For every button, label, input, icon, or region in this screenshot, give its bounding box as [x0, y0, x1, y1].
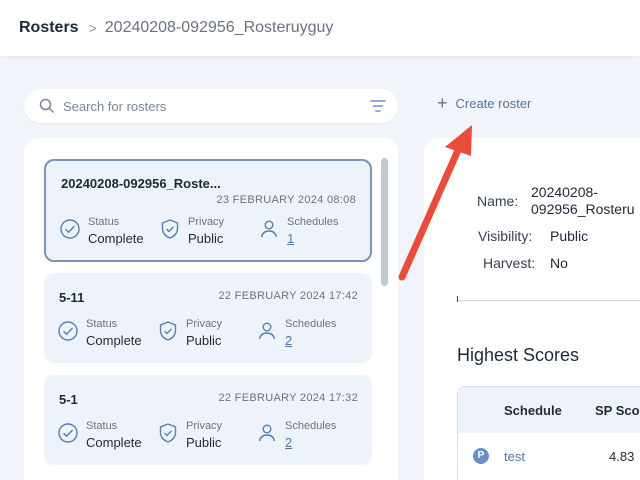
- shield-check-icon: [159, 321, 177, 341]
- breadcrumb-separator: >: [88, 20, 97, 36]
- privacy-label: Privacy: [186, 318, 223, 330]
- privacy-value: Public: [188, 231, 224, 246]
- status-value: Complete: [86, 435, 142, 450]
- harvest-label: Harvest:: [483, 255, 536, 271]
- schedules-link[interactable]: 1: [287, 231, 338, 246]
- status-field: Status Complete: [57, 318, 142, 348]
- top-bar: Rosters > 20240208-092956_Rosteruyguy: [0, 0, 640, 56]
- privacy-value: Public: [186, 333, 222, 348]
- status-label: Status: [88, 216, 120, 228]
- schedules-field: Schedules 2: [256, 318, 336, 348]
- schedule-badge: P: [473, 448, 489, 464]
- check-circle-icon: [58, 423, 78, 443]
- roster-name: 20240208-092956_Roste...: [61, 176, 221, 191]
- check-circle-icon: [58, 321, 78, 341]
- roster-date: 22 FEBRUARY 2024 17:32: [218, 392, 358, 404]
- status-label: Status: [86, 318, 118, 330]
- schedules-field: Schedules 1: [258, 216, 338, 246]
- detail-divider: [457, 300, 640, 301]
- roster-card-3[interactable]: 5-1 22 FEBRUARY 2024 17:32 Status Complet…: [44, 375, 372, 465]
- roster-name: 5-1: [59, 392, 78, 407]
- schedule-link[interactable]: test: [504, 449, 525, 464]
- shield-check-icon: [161, 219, 179, 239]
- schedules-label: Schedules: [285, 318, 337, 330]
- plus-icon: +: [437, 93, 448, 113]
- shield-check-icon: [159, 423, 177, 443]
- user-icon: [258, 424, 276, 442]
- highest-scores-title: Highest Scores: [457, 345, 580, 365]
- search-input[interactable]: [63, 98, 370, 114]
- privacy-label: Privacy: [188, 216, 225, 228]
- check-circle-icon: [60, 219, 80, 239]
- privacy-value: Public: [186, 435, 222, 450]
- filter-icon[interactable]: [370, 99, 386, 113]
- status-value: Complete: [88, 231, 144, 246]
- user-icon: [260, 220, 278, 238]
- column-header-schedule[interactable]: Schedule: [504, 403, 562, 418]
- name-value-line1: 20240208-: [531, 184, 598, 200]
- create-roster-label: Create roster: [455, 96, 532, 111]
- schedules-label: Schedules: [287, 216, 339, 228]
- roster-card-2[interactable]: 5-11 22 FEBRUARY 2024 17:42 Status Comple…: [44, 273, 372, 363]
- search-icon: [39, 98, 54, 113]
- schedules-label: Schedules: [285, 420, 337, 432]
- column-header-sp-score[interactable]: SP Sco: [595, 403, 640, 418]
- privacy-label: Privacy: [186, 420, 223, 432]
- privacy-field: Privacy Public: [157, 318, 222, 348]
- highest-scores-table: Schedule SP Sco P test 4.83: [457, 386, 640, 480]
- user-icon: [258, 322, 276, 340]
- breadcrumb-rosters[interactable]: Rosters: [19, 19, 79, 37]
- visibility-value: Public: [550, 228, 589, 244]
- roster-date: 22 FEBRUARY 2024 17:42: [218, 290, 358, 302]
- roster-list-scrollbar[interactable]: [381, 158, 388, 286]
- roster-date: 23 FEBRUARY 2024 08:08: [216, 194, 356, 206]
- status-label: Status: [86, 420, 118, 432]
- schedules-link[interactable]: 2: [285, 333, 336, 348]
- schedules-field: Schedules 2: [256, 420, 336, 450]
- visibility-label: Visibility:: [478, 228, 533, 244]
- divider-marker: [457, 296, 458, 302]
- roster-name: 5-11: [59, 290, 85, 305]
- schedules-link[interactable]: 2: [285, 435, 336, 450]
- harvest-value: No: [550, 255, 568, 271]
- status-field: Status Complete: [59, 216, 144, 246]
- privacy-field: Privacy Public: [157, 420, 222, 450]
- breadcrumb-current: 20240208-092956_Rosteruyguy: [104, 19, 334, 36]
- score-value: 4.83: [609, 449, 635, 464]
- search-bar[interactable]: [24, 89, 398, 123]
- name-value-line2: 092956_Rosteru: [531, 201, 635, 217]
- roster-card-1[interactable]: 20240208-092956_Roste... 23 FEBRUARY 202…: [44, 159, 372, 262]
- status-field: Status Complete: [57, 420, 142, 450]
- status-value: Complete: [86, 333, 142, 348]
- privacy-field: Privacy Public: [159, 216, 224, 246]
- create-roster-button[interactable]: + Create roster: [437, 93, 532, 113]
- name-label: Name:: [477, 193, 519, 209]
